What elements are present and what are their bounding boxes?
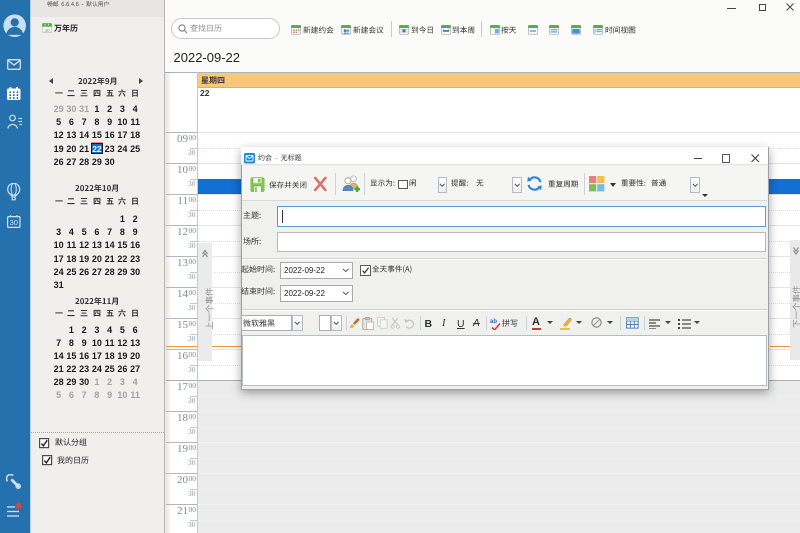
svg-text:30: 30 <box>9 218 17 227</box>
svg-text:30: 30 <box>44 28 50 33</box>
svg-text:ab: ab <box>490 319 497 325</box>
